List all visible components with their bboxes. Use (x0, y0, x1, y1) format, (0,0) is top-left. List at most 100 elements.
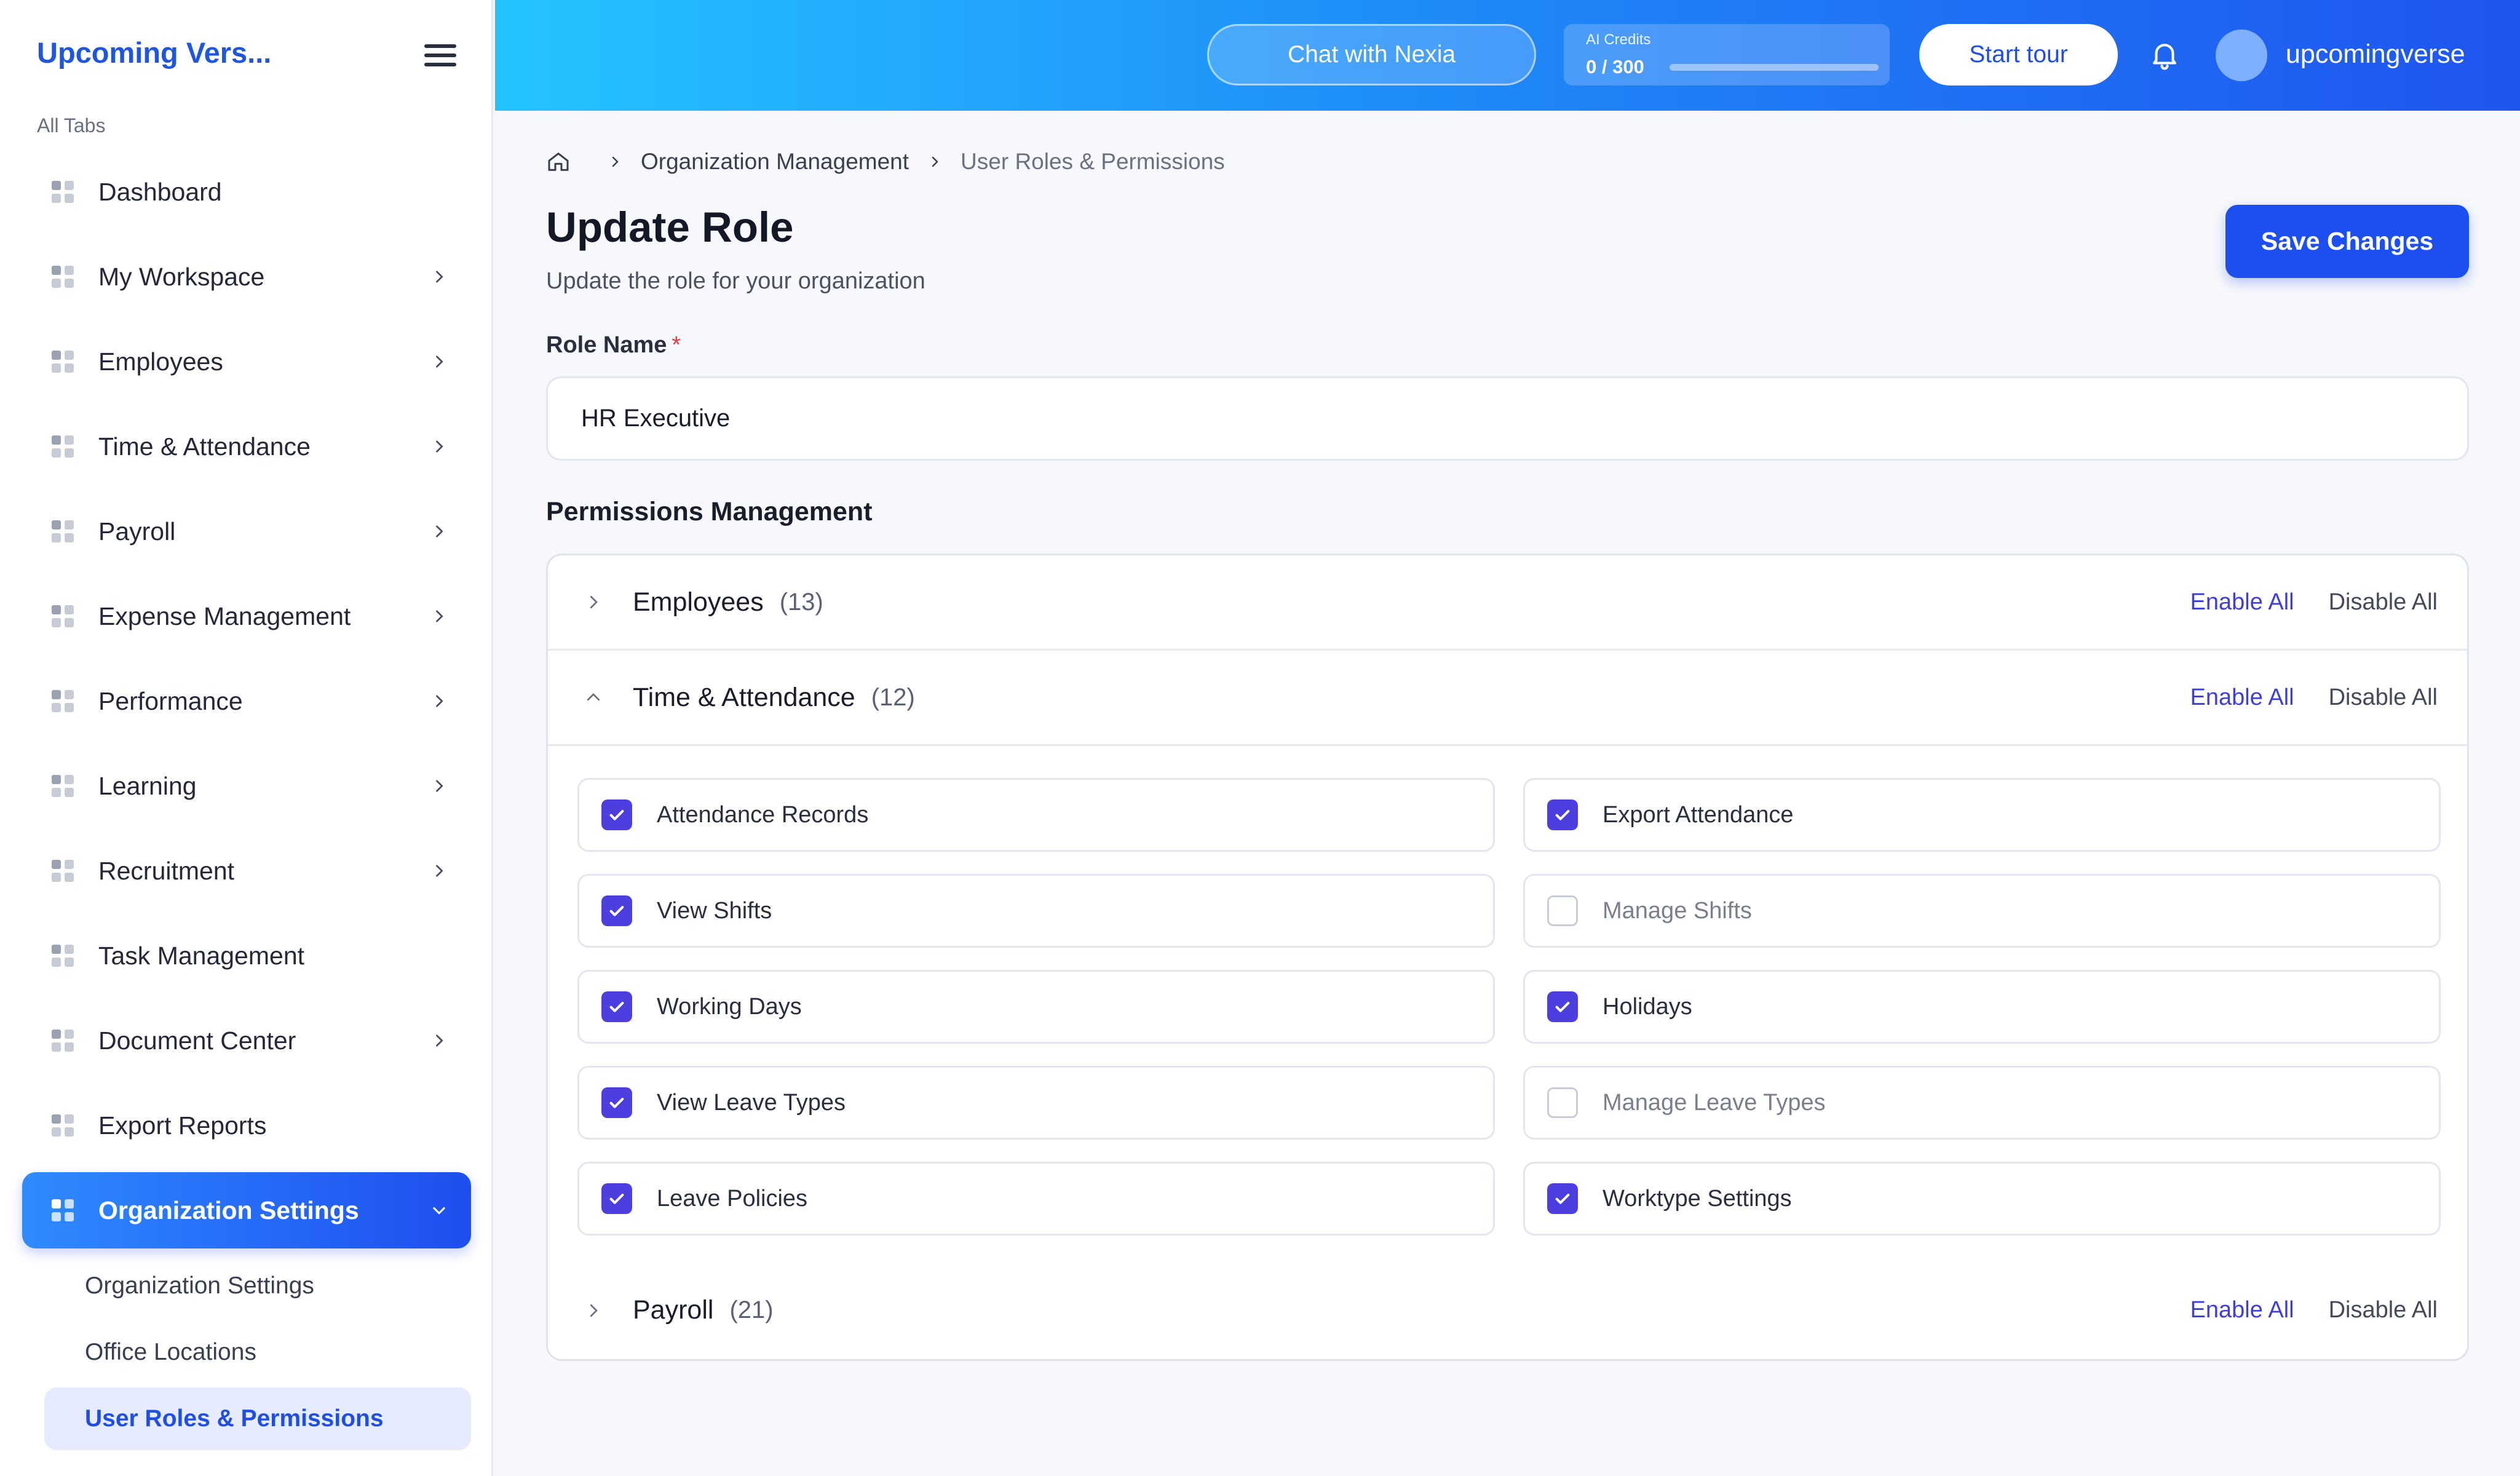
sidebar-subitem-organization-settings[interactable]: Organization Settings (44, 1255, 471, 1317)
chevron-up-icon[interactable] (579, 683, 608, 712)
sidebar-item-dashboard[interactable]: Dashboard (22, 154, 471, 230)
chat-with-nexia-button[interactable]: Chat with Nexia (1207, 24, 1536, 85)
chevron-right-icon (612, 156, 619, 167)
save-changes-button[interactable]: Save Changes (2225, 205, 2469, 278)
sidebar-item-export-reports[interactable]: Export Reports (22, 1087, 471, 1164)
permission-label: Export Attendance (1603, 801, 1794, 828)
checkbox[interactable] (601, 1183, 632, 1214)
sidebar-item-label: Payroll (98, 517, 176, 546)
grid-icon (52, 945, 74, 967)
permission-label: Attendance Records (657, 801, 869, 828)
role-name-input[interactable] (546, 376, 2469, 461)
chevron-right-icon[interactable] (419, 681, 459, 721)
breadcrumb-organization-management[interactable]: Organization Management (641, 149, 909, 175)
bell-icon[interactable] (2148, 38, 2181, 71)
checkbox[interactable] (601, 991, 632, 1022)
sidebar-item-label: Organization Settings (98, 1196, 359, 1224)
sidebar-item-learning[interactable]: Learning (22, 748, 471, 824)
sidebar-item-organization-settings[interactable]: Organization Settings (22, 1172, 471, 1248)
permission-attendance-records[interactable]: Attendance Records (577, 778, 1495, 852)
sidebar-item-expense-management[interactable]: Expense Management (22, 578, 471, 654)
top-bar: Chat with Nexia AI Credits 0 / 300 Start… (495, 0, 2520, 111)
chevron-right-icon[interactable] (419, 342, 459, 381)
sidebar-item-my-workspace[interactable]: My Workspace (22, 239, 471, 315)
sidebar-item-payroll[interactable]: Payroll (22, 493, 471, 569)
permission-manage-shifts[interactable]: Manage Shifts (1523, 874, 2441, 948)
ai-credits-progress-bar (1670, 64, 1879, 71)
permission-export-attendance[interactable]: Export Attendance (1523, 778, 2441, 852)
avatar[interactable] (2216, 30, 2267, 81)
chevron-down-icon[interactable] (419, 1191, 459, 1230)
checkbox[interactable] (1547, 991, 1578, 1022)
permission-leave-policies[interactable]: Leave Policies (577, 1162, 1495, 1236)
checkbox[interactable] (601, 1087, 632, 1118)
checkbox[interactable] (601, 800, 632, 830)
enable-all-button[interactable]: Enable All (2190, 1297, 2294, 1323)
permissions-management-title: Permissions Management (546, 497, 873, 526)
accordion-time-attendance[interactable]: Time & Attendance (12) Enable All Disabl… (548, 651, 2467, 746)
grid-icon (52, 435, 74, 458)
role-name-label: Role Name * (546, 332, 681, 359)
chevron-right-icon[interactable] (419, 597, 459, 636)
sidebar-item-employees[interactable]: Employees (22, 323, 471, 400)
sidebar-item-recruitment[interactable]: Recruitment (22, 833, 471, 909)
enable-all-button[interactable]: Enable All (2190, 684, 2294, 711)
grid-icon (52, 1199, 74, 1221)
permission-view-shifts[interactable]: View Shifts (577, 874, 1495, 948)
permission-view-leave-types[interactable]: View Leave Types (577, 1066, 1495, 1140)
sidebar-subitem-user-roles-permissions[interactable]: User Roles & Permissions (44, 1387, 471, 1450)
disable-all-button[interactable]: Disable All (2329, 1297, 2438, 1323)
enable-all-button[interactable]: Enable All (2190, 589, 2294, 616)
chevron-right-icon[interactable] (579, 1296, 608, 1325)
permission-holidays[interactable]: Holidays (1523, 970, 2441, 1044)
all-tabs-label: All Tabs (37, 114, 106, 137)
accordion-employees[interactable]: Employees (13) Enable All Disable All (548, 555, 2467, 651)
checkbox[interactable] (1547, 1087, 1578, 1118)
sidebar-item-performance[interactable]: Performance (22, 663, 471, 739)
checkbox[interactable] (1547, 895, 1578, 926)
sidebar-item-label: Time & Attendance (98, 432, 311, 461)
ai-credits-widget: AI Credits 0 / 300 (1564, 24, 1890, 85)
sidebar-item-document-center[interactable]: Document Center (22, 1002, 471, 1079)
chevron-right-icon[interactable] (419, 257, 459, 296)
accordion-actions: Enable All Disable All (2190, 555, 2438, 649)
permission-manage-leave-types[interactable]: Manage Leave Types (1523, 1066, 2441, 1140)
required-asterisk: * (672, 332, 681, 358)
grid-icon (52, 775, 74, 797)
page-title: Update Role (546, 204, 794, 251)
sidebar-item-label: Recruitment (98, 856, 235, 885)
sidebar-item-task-management[interactable]: Task Management (22, 918, 471, 994)
permission-label: Holidays (1603, 993, 1692, 1020)
permission-worktype-settings[interactable]: Worktype Settings (1523, 1162, 2441, 1236)
disable-all-button[interactable]: Disable All (2329, 684, 2438, 711)
checkbox[interactable] (1547, 1183, 1578, 1214)
chevron-right-icon[interactable] (419, 851, 459, 891)
home-icon[interactable] (546, 149, 571, 174)
grid-icon (52, 605, 74, 627)
brand-name[interactable]: Upcoming Vers... (37, 36, 271, 69)
permission-label: Leave Policies (657, 1185, 808, 1212)
chevron-right-icon[interactable] (579, 587, 608, 617)
checkbox[interactable] (1547, 800, 1578, 830)
accordion-title: Employees (633, 587, 764, 617)
breadcrumb: Organization Management User Roles & Per… (546, 149, 1225, 175)
disable-all-button[interactable]: Disable All (2329, 589, 2438, 616)
sidebar-item-time-attendance[interactable]: Time & Attendance (22, 408, 471, 485)
chevron-right-icon (932, 156, 938, 167)
start-tour-button[interactable]: Start tour (1919, 24, 2118, 85)
accordion-payroll[interactable]: Payroll (21) Enable All Disable All (548, 1263, 2467, 1358)
hamburger-menu-icon[interactable] (424, 44, 456, 69)
accordion-actions: Enable All Disable All (2190, 1263, 2438, 1358)
permission-working-days[interactable]: Working Days (577, 970, 1495, 1044)
chevron-right-icon[interactable] (419, 427, 459, 466)
chevron-right-icon[interactable] (419, 512, 459, 551)
checkbox[interactable] (601, 895, 632, 926)
sidebar-item-label: Expense Management (98, 601, 351, 630)
chevron-right-icon[interactable] (419, 766, 459, 806)
sidebar-subitem-office-locations[interactable]: Office Locations (44, 1321, 471, 1384)
username[interactable]: upcomingverse (2286, 39, 2465, 69)
sidebar: Upcoming Vers... All Tabs Dashboard My Wo… (0, 0, 493, 1476)
sidebar-item-label: Document Center (98, 1026, 296, 1055)
grid-icon (52, 1114, 74, 1137)
chevron-right-icon[interactable] (419, 1021, 459, 1060)
